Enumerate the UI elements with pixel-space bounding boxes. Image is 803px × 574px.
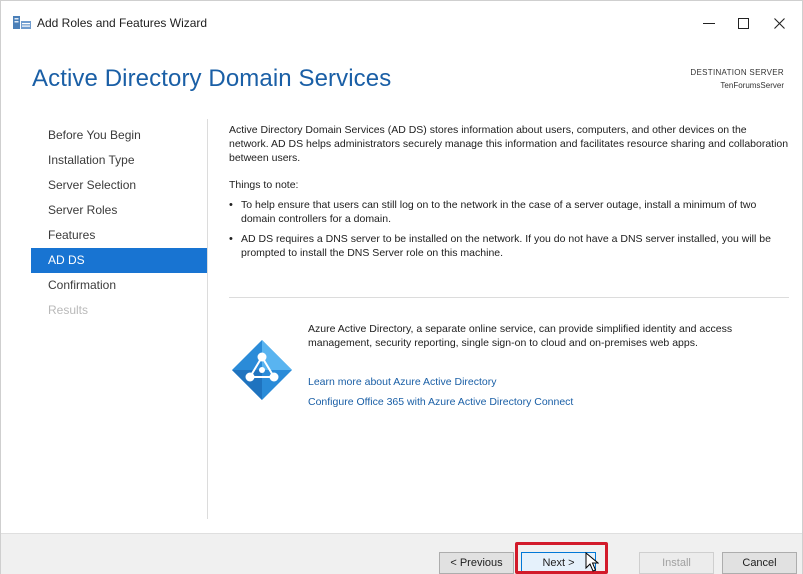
close-icon [773, 17, 785, 29]
close-button[interactable] [761, 9, 797, 37]
note-bullet-text: AD DS requires a DNS server to be instal… [241, 233, 771, 259]
nav-item-before-you-begin[interactable]: Before You Begin [31, 123, 207, 148]
azure-active-directory-icon [232, 340, 292, 400]
bullet-icon: • [229, 199, 233, 211]
nav-item-features[interactable]: Features [31, 223, 207, 248]
nav-divider [207, 119, 208, 519]
nav-item-results: Results [48, 303, 89, 317]
title-bar[interactable]: Add Roles and Features Wizard [1, 1, 802, 45]
wizard-nav: Before You Begin Installation Type Serve… [31, 123, 207, 323]
minimize-button[interactable] [691, 9, 727, 37]
note-bullet: • AD DS requires a DNS server to be inst… [229, 232, 789, 260]
configure-office365-link[interactable]: Configure Office 365 with Azure Active D… [308, 396, 573, 408]
note-bullet-text: To help ensure that users can still log … [241, 199, 757, 225]
things-to-note-heading: Things to note: [229, 179, 299, 191]
previous-button[interactable]: < Previous [439, 552, 514, 574]
destination-server-name: TenForumsServer [720, 81, 784, 90]
mouse-cursor-icon [585, 552, 599, 572]
install-button: Install [639, 552, 714, 574]
destination-server-label: DESTINATION SERVER [690, 68, 784, 77]
nav-item-server-roles[interactable]: Server Roles [31, 198, 207, 223]
maximize-button[interactable] [725, 9, 761, 37]
wizard-window: Add Roles and Features Wizard Active Dir… [0, 0, 803, 574]
nav-item-server-selection[interactable]: Server Selection [31, 173, 207, 198]
nav-item-installation-type[interactable]: Installation Type [31, 148, 207, 173]
window-title: Add Roles and Features Wizard [37, 16, 208, 30]
cancel-button[interactable]: Cancel [722, 552, 797, 574]
bullet-icon: • [229, 233, 233, 245]
intro-paragraph: Active Directory Domain Services (AD DS)… [229, 124, 789, 164]
nav-item-ad-ds[interactable]: AD DS [31, 248, 207, 273]
minimize-icon [703, 22, 715, 24]
server-manager-icon [13, 16, 31, 29]
nav-item-confirmation[interactable]: Confirmation [31, 273, 207, 298]
learn-more-azure-link[interactable]: Learn more about Azure Active Directory [308, 376, 497, 388]
azure-description: Azure Active Directory, a separate onlin… [308, 323, 733, 349]
section-divider [229, 297, 789, 298]
page-heading: Active Directory Domain Services [32, 65, 392, 92]
maximize-icon [737, 17, 749, 29]
content-panel: Active Directory Domain Services (AD DS)… [229, 123, 789, 260]
note-bullet: • To help ensure that users can still lo… [229, 198, 789, 226]
